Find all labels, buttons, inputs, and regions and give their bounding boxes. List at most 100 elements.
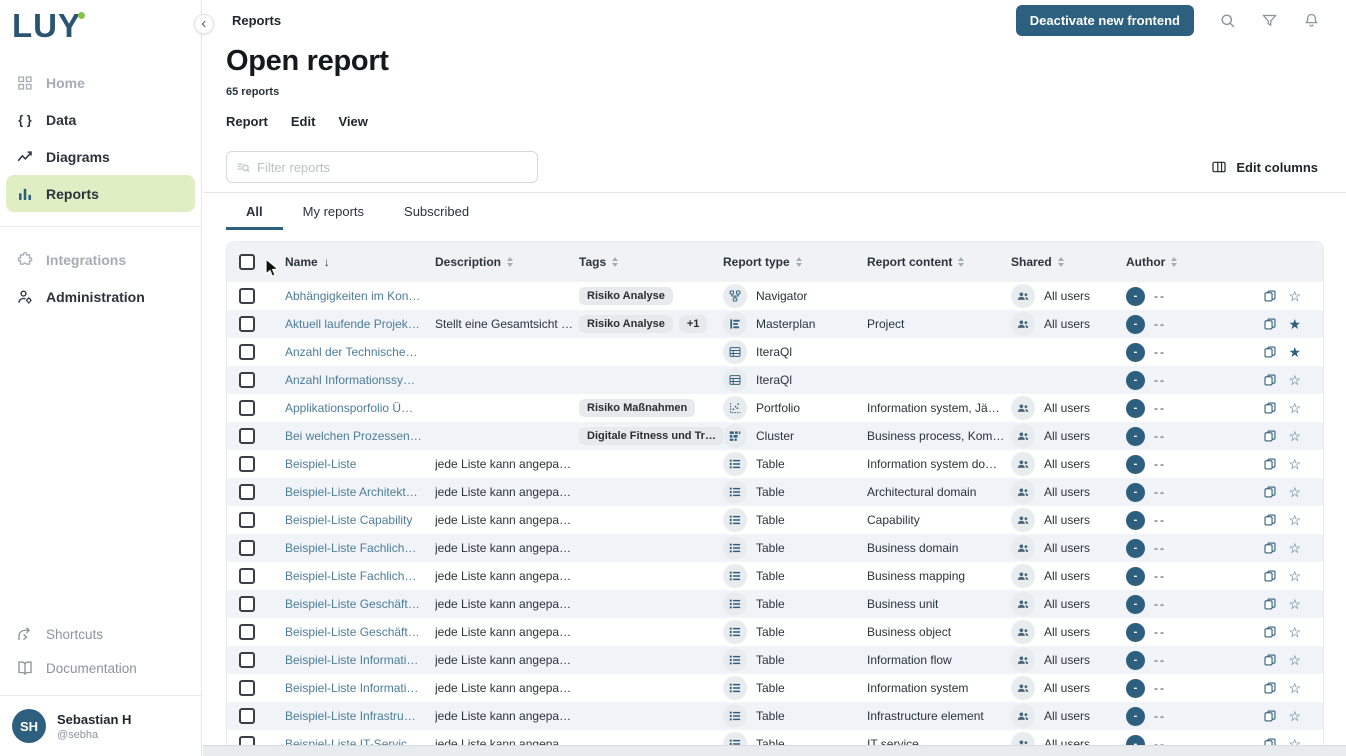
report-name-link[interactable]: Beispiel-Liste Architekt… — [285, 485, 418, 499]
report-name-link[interactable]: Beispiel-Liste Infrastru… — [285, 709, 416, 723]
duplicate-report-icon[interactable] — [1263, 401, 1277, 415]
sidebar-item-administration[interactable]: Administration — [6, 278, 195, 315]
column-header-tags[interactable]: Tags — [579, 255, 723, 269]
row-checkbox[interactable] — [239, 708, 255, 724]
favorite-star-icon[interactable]: ☆ — [1288, 485, 1301, 499]
favorite-star-icon[interactable]: ☆ — [1288, 681, 1301, 695]
sidebar-item-integrations[interactable]: Integrations — [6, 241, 195, 278]
report-name-link[interactable]: Anzahl der Technische… — [285, 345, 418, 359]
tab-my-reports[interactable]: My reports — [283, 193, 384, 230]
user-menu[interactable]: SH Sebastian H @sebha — [0, 695, 201, 756]
row-checkbox[interactable] — [239, 512, 255, 528]
duplicate-report-icon[interactable] — [1263, 625, 1277, 639]
row-checkbox[interactable] — [239, 540, 255, 556]
favorite-star-icon[interactable]: ★ — [1288, 317, 1301, 331]
user-avatar: SH — [12, 709, 46, 743]
column-header-report-content[interactable]: Report content — [867, 255, 1011, 269]
favorite-star-icon[interactable]: ☆ — [1288, 541, 1301, 555]
row-checkbox[interactable] — [239, 372, 255, 388]
duplicate-report-icon[interactable] — [1263, 597, 1277, 611]
report-name-link[interactable]: Beispiel-Liste Capability — [285, 513, 412, 527]
report-name-link[interactable]: Beispiel-Liste Informati… — [285, 681, 418, 695]
column-header-report-type[interactable]: Report type — [723, 255, 867, 269]
report-name-link[interactable]: Abhängigkeiten im Kon… — [285, 289, 420, 303]
row-checkbox[interactable] — [239, 568, 255, 584]
report-name-link[interactable]: Bei welchen Prozessen… — [285, 429, 422, 443]
duplicate-report-icon[interactable] — [1263, 681, 1277, 695]
menu-edit[interactable]: Edit — [291, 114, 316, 129]
report-name-link[interactable]: Aktuell laufende Projek… — [285, 317, 420, 331]
duplicate-report-icon[interactable] — [1263, 289, 1277, 303]
duplicate-report-icon[interactable] — [1263, 345, 1277, 359]
report-name-link[interactable]: Anzahl Informationssy… — [285, 373, 415, 387]
favorite-star-icon[interactable]: ☆ — [1288, 625, 1301, 639]
duplicate-report-icon[interactable] — [1263, 541, 1277, 555]
favorite-star-icon[interactable]: ☆ — [1288, 401, 1301, 415]
row-checkbox[interactable] — [239, 344, 255, 360]
report-name-link[interactable]: Beispiel-Liste Geschäft… — [285, 597, 420, 611]
report-name-link[interactable]: Applikationsporfolio Ü… — [285, 401, 413, 415]
sidebar-item-home[interactable]: Home — [6, 64, 195, 101]
select-all-checkbox[interactable] — [239, 254, 255, 270]
favorite-star-icon[interactable]: ☆ — [1288, 709, 1301, 723]
report-description: jede Liste kann angepa… — [435, 625, 579, 639]
duplicate-report-icon[interactable] — [1263, 317, 1277, 331]
favorite-star-icon[interactable]: ☆ — [1288, 653, 1301, 667]
row-checkbox[interactable] — [239, 652, 255, 668]
search-icon[interactable] — [1219, 12, 1236, 29]
sidebar-item-shortcuts[interactable]: Shortcuts — [6, 617, 195, 651]
column-header-author[interactable]: Author — [1126, 255, 1254, 269]
favorite-star-icon[interactable]: ☆ — [1288, 597, 1301, 611]
report-name-link[interactable]: Beispiel-Liste — [285, 457, 356, 471]
duplicate-report-icon[interactable] — [1263, 373, 1277, 387]
favorite-star-icon[interactable]: ☆ — [1288, 289, 1301, 303]
edit-columns-button[interactable]: Edit columns — [1211, 159, 1318, 175]
row-checkbox[interactable] — [239, 288, 255, 304]
filter-reports-box[interactable] — [226, 151, 538, 183]
report-name-link[interactable]: Beispiel-Liste Informati… — [285, 653, 418, 667]
filter-icon[interactable] — [1261, 12, 1278, 29]
duplicate-report-icon[interactable] — [1263, 429, 1277, 443]
favorite-star-icon[interactable]: ☆ — [1288, 373, 1301, 387]
duplicate-report-icon[interactable] — [1263, 709, 1277, 723]
menu-view[interactable]: View — [338, 114, 367, 129]
sidebar-item-data[interactable]: Data — [6, 101, 195, 138]
duplicate-report-icon[interactable] — [1263, 485, 1277, 499]
row-checkbox[interactable] — [239, 680, 255, 696]
column-header-name[interactable]: Name↓ — [285, 255, 435, 269]
horizontal-scrollbar[interactable] — [203, 745, 1346, 756]
favorite-star-icon[interactable]: ☆ — [1288, 569, 1301, 583]
duplicate-report-icon[interactable] — [1263, 569, 1277, 583]
notifications-bell-icon[interactable] — [1303, 12, 1320, 29]
row-checkbox[interactable] — [239, 428, 255, 444]
report-type-icon — [723, 312, 747, 336]
tab-all[interactable]: All — [226, 193, 283, 230]
sidebar-item-documentation[interactable]: Documentation — [6, 651, 195, 685]
menu-report[interactable]: Report — [226, 114, 268, 129]
duplicate-report-icon[interactable] — [1263, 457, 1277, 471]
favorite-star-icon[interactable]: ☆ — [1288, 457, 1301, 471]
favorite-star-icon[interactable]: ☆ — [1288, 429, 1301, 443]
tab-subscribed[interactable]: Subscribed — [384, 193, 489, 230]
favorite-star-icon[interactable]: ☆ — [1288, 513, 1301, 527]
column-header-description[interactable]: Description — [435, 255, 579, 269]
column-header-shared[interactable]: Shared — [1011, 255, 1126, 269]
report-name-link[interactable]: Beispiel-Liste Geschäft… — [285, 625, 420, 639]
sidebar-collapse-button[interactable] — [194, 14, 214, 34]
row-actions: ☆ — [1254, 541, 1324, 555]
favorite-star-icon[interactable]: ★ — [1288, 345, 1301, 359]
duplicate-report-icon[interactable] — [1263, 653, 1277, 667]
deactivate-new-frontend-button[interactable]: Deactivate new frontend — [1016, 5, 1194, 36]
row-checkbox[interactable] — [239, 400, 255, 416]
sidebar-item-reports[interactable]: Reports — [6, 175, 195, 212]
row-checkbox[interactable] — [239, 624, 255, 640]
report-name-link[interactable]: Beispiel-Liste Fachlich… — [285, 541, 416, 555]
filter-reports-input[interactable] — [257, 160, 528, 175]
row-checkbox[interactable] — [239, 596, 255, 612]
sidebar-item-diagrams[interactable]: Diagrams — [6, 138, 195, 175]
row-checkbox[interactable] — [239, 484, 255, 500]
row-checkbox[interactable] — [239, 456, 255, 472]
row-checkbox[interactable] — [239, 316, 255, 332]
report-name-link[interactable]: Beispiel-Liste Fachlich… — [285, 569, 416, 583]
duplicate-report-icon[interactable] — [1263, 513, 1277, 527]
